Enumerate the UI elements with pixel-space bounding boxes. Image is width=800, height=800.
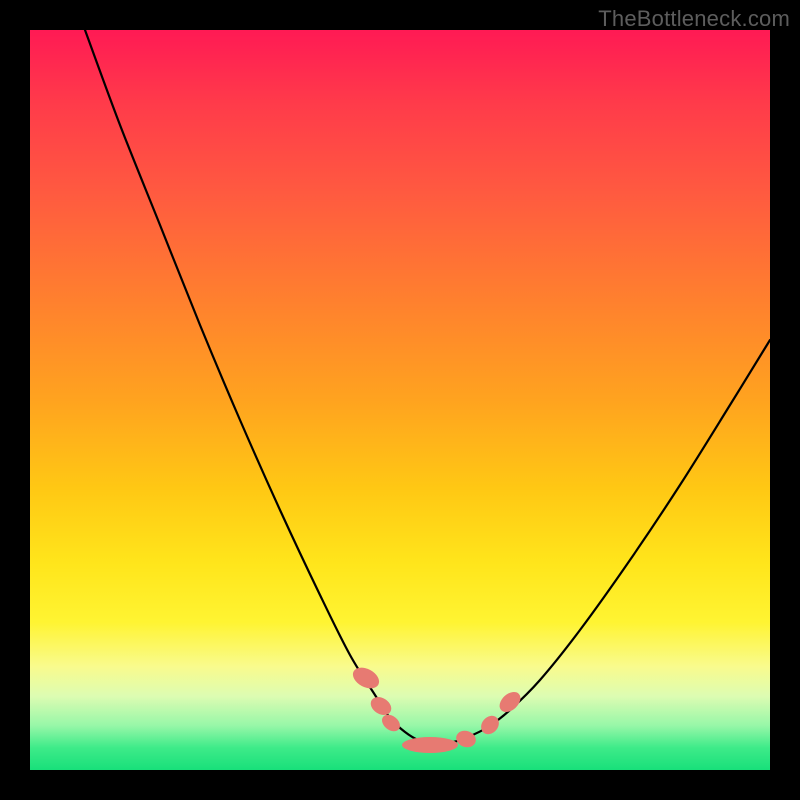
curve-marker [477, 712, 502, 738]
watermark-text: TheBottleneck.com [598, 6, 790, 32]
right-curve [435, 340, 770, 745]
curve-marker [367, 693, 394, 718]
curve-marker [454, 728, 478, 749]
curve-marker [349, 663, 382, 692]
bottleneck-curve-svg [30, 30, 770, 770]
left-curve [85, 30, 435, 745]
curve-marker [402, 737, 458, 753]
chart-frame: TheBottleneck.com [0, 0, 800, 800]
plot-area [30, 30, 770, 770]
